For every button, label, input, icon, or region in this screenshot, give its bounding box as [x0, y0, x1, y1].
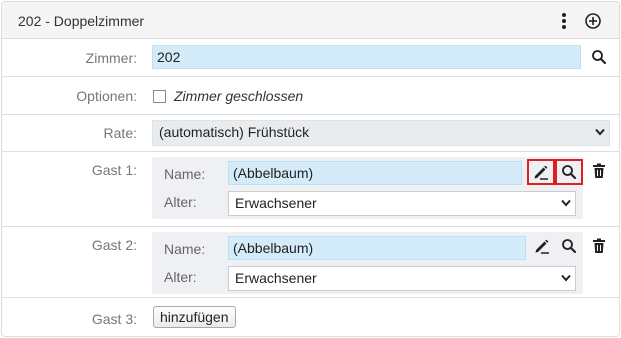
guest2-box: Name: (Abbelbaum) Alter: Erwachsener	[152, 232, 583, 294]
rate-row: Rate: (automatisch) Frühstück	[2, 115, 619, 152]
guest1-age-select[interactable]: Erwachsener	[228, 191, 576, 216]
options-label: Optionen:	[76, 88, 137, 104]
room-panel: 202 - Doppelzimmer Zimmer: 202 Optionen:…	[1, 1, 620, 337]
room-label: Zimmer:	[85, 50, 137, 66]
guest2-row: Gast 2: Name: (Abbelbaum) Alter: Erwachs…	[2, 227, 619, 298]
rate-select[interactable]: (automatisch) Frühstück	[152, 120, 610, 146]
guest2-age-value: Erwachsener	[235, 270, 317, 286]
guest1-name-label: Name:	[164, 166, 206, 182]
guest1-age-label: Alter:	[164, 194, 197, 210]
guest2-age-select[interactable]: Erwachsener	[228, 266, 576, 291]
room-search-icon[interactable]	[588, 46, 610, 68]
guest3-row: Gast 3:	[2, 298, 619, 336]
guest1-edit-icon[interactable]	[527, 159, 555, 185]
guest1-age-value: Erwachsener	[235, 195, 317, 211]
chevron-down-icon	[561, 199, 571, 207]
panel-title: 202 - Doppelzimmer	[18, 13, 145, 29]
guest2-edit-icon[interactable]	[531, 235, 553, 257]
add-circle-icon[interactable]	[583, 11, 603, 31]
room-input[interactable]: 202	[152, 45, 581, 69]
rate-select-value: (automatisch) Frühstück	[159, 124, 310, 140]
more-options-icon[interactable]	[556, 11, 572, 31]
guest2-label: Gast 2:	[91, 237, 137, 253]
guest2-delete-icon[interactable]	[589, 235, 611, 257]
guest1-box: Name: (Abbelbaum) Alter: Erwachsener	[152, 157, 583, 219]
guest2-search-icon[interactable]	[558, 235, 580, 257]
room-closed-label[interactable]: Zimmer geschlossen	[174, 88, 303, 104]
guest2-name-label: Name:	[164, 241, 206, 257]
guest2-name-input[interactable]: (Abbelbaum)	[228, 236, 526, 260]
guest2-age-label: Alter:	[164, 269, 197, 285]
chevron-down-icon	[561, 274, 571, 282]
guest1-label: Gast 1:	[91, 162, 137, 178]
rate-label: Rate:	[103, 125, 137, 141]
panel-header: 202 - Doppelzimmer	[2, 2, 619, 39]
room-row: Zimmer: 202	[2, 39, 619, 77]
room-closed-checkbox[interactable]	[153, 90, 166, 103]
chevron-down-icon	[595, 128, 605, 136]
guest1-name-input[interactable]: (Abbelbaum)	[228, 161, 522, 185]
options-row: Optionen:	[2, 77, 619, 115]
guest3-label: Gast 3:	[91, 311, 137, 327]
guest1-search-icon[interactable]	[555, 159, 583, 185]
add-guest-button[interactable]: hinzufügen	[153, 306, 236, 328]
guest1-delete-icon[interactable]	[589, 160, 611, 182]
